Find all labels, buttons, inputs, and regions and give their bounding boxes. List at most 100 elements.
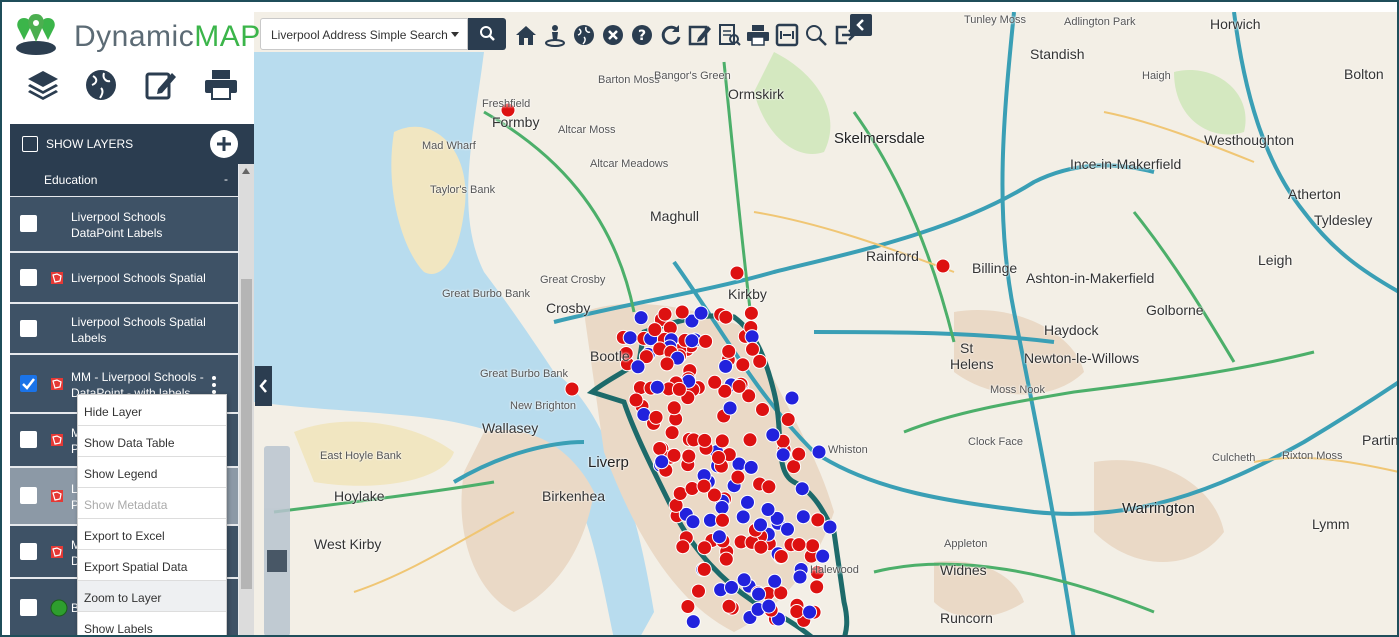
context-menu-item[interactable]: Export to Excel [78,519,226,550]
school-point[interactable] [805,538,821,554]
context-menu-item[interactable]: Zoom to Layer [78,581,226,612]
scroll-thumb[interactable] [241,279,252,589]
map-canvas[interactable]: Formby Ormskirk Skelmersdale Maghull Rai… [254,12,1397,635]
school-point[interactable] [718,358,734,374]
school-point[interactable] [696,478,712,494]
school-point[interactable] [752,353,768,369]
school-point[interactable] [735,509,751,525]
edit-icon[interactable] [144,68,178,102]
school-point[interactable] [780,412,796,427]
school-point[interactable] [810,512,826,528]
school-point[interactable] [711,529,727,545]
school-point[interactable] [780,521,795,537]
school-point[interactable] [730,469,746,485]
layer-row[interactable]: Liverpool Schools Spatial Labels [10,304,238,355]
school-point[interactable] [809,579,825,595]
zoom-slider-handle[interactable] [267,550,287,572]
school-point[interactable] [786,459,802,475]
school-point[interactable] [789,604,805,619]
school-point[interactable] [657,306,673,322]
layer-scrollbar[interactable] [239,164,254,635]
school-point[interactable] [794,481,810,497]
school-point[interactable] [693,305,709,321]
school-point[interactable] [721,598,737,614]
school-point[interactable] [707,374,723,390]
school-point[interactable] [671,381,687,397]
school-point[interactable] [696,561,712,577]
school-point[interactable] [735,357,751,373]
school-point[interactable] [822,519,838,535]
school-point[interactable] [815,548,831,564]
school-point[interactable] [761,598,777,614]
school-point[interactable] [745,341,760,357]
school-point[interactable] [684,333,700,349]
school-point[interactable] [659,356,675,372]
collapse-toolbar-button[interactable] [850,14,872,36]
globe-icon[interactable] [84,68,118,102]
school-point[interactable] [681,448,697,464]
search-type-select[interactable]: Liverpool Address Simple Search [260,18,468,50]
school-point[interactable] [742,432,758,448]
report-button[interactable] [717,20,741,50]
edit-button[interactable] [688,20,712,50]
layer-checkbox[interactable] [20,215,37,232]
layer-checkbox[interactable] [20,431,37,448]
layer-checkbox[interactable] [20,374,37,392]
school-point[interactable] [729,265,745,281]
school-point[interactable] [753,539,769,555]
school-point[interactable] [724,579,739,595]
school-point[interactable] [791,446,807,462]
context-menu-item[interactable]: Show Data Table [78,426,226,457]
school-point[interactable] [743,305,759,321]
school-point[interactable] [714,433,730,449]
layer-row[interactable]: Liverpool Schools DataPoint Labels [10,197,238,253]
layer-checkbox[interactable] [20,268,37,286]
school-point[interactable] [731,378,747,394]
home-button[interactable] [514,20,538,50]
school-point[interactable] [721,343,737,359]
school-point[interactable] [811,444,827,460]
refresh-button[interactable] [659,20,683,50]
school-point[interactable] [697,432,713,448]
school-point[interactable] [802,604,818,620]
school-point[interactable] [654,454,670,470]
school-point[interactable] [628,392,644,408]
scroll-up-arrow-icon[interactable] [242,168,250,174]
school-point[interactable] [736,572,752,588]
school-point[interactable] [761,479,777,495]
school-point[interactable] [715,512,730,528]
layer-checkbox[interactable] [20,319,37,337]
school-point[interactable] [744,329,760,345]
layer-checkbox[interactable] [20,542,37,560]
school-point[interactable] [718,551,734,567]
print-icon[interactable] [204,68,238,102]
context-menu-item[interactable]: Hide Layer [78,395,226,426]
school-point[interactable] [795,509,811,525]
basemap-button[interactable] [572,20,596,50]
school-point[interactable] [685,614,701,630]
school-point[interactable] [648,409,664,425]
school-point[interactable] [792,569,808,585]
school-point[interactable] [773,549,789,564]
school-point[interactable] [675,539,691,555]
layers-icon[interactable] [26,68,60,102]
school-point[interactable] [775,447,791,463]
school-point[interactable] [743,459,759,475]
school-point[interactable] [674,304,690,320]
school-point[interactable] [652,441,668,456]
add-layer-button[interactable] [210,130,238,158]
school-point[interactable] [680,599,696,614]
school-point[interactable] [718,309,734,325]
zoom-button[interactable] [804,20,828,50]
school-point[interactable] [647,322,663,338]
school-point[interactable] [630,359,646,375]
school-point[interactable] [714,500,730,515]
school-point[interactable] [622,330,638,346]
search-button[interactable] [468,18,506,50]
school-point[interactable] [791,537,807,553]
context-menu-item[interactable]: Export Spatial Data [78,550,226,581]
school-point[interactable] [633,310,649,326]
school-point[interactable] [767,573,783,589]
school-point[interactable] [685,514,701,530]
school-point[interactable] [691,583,706,599]
